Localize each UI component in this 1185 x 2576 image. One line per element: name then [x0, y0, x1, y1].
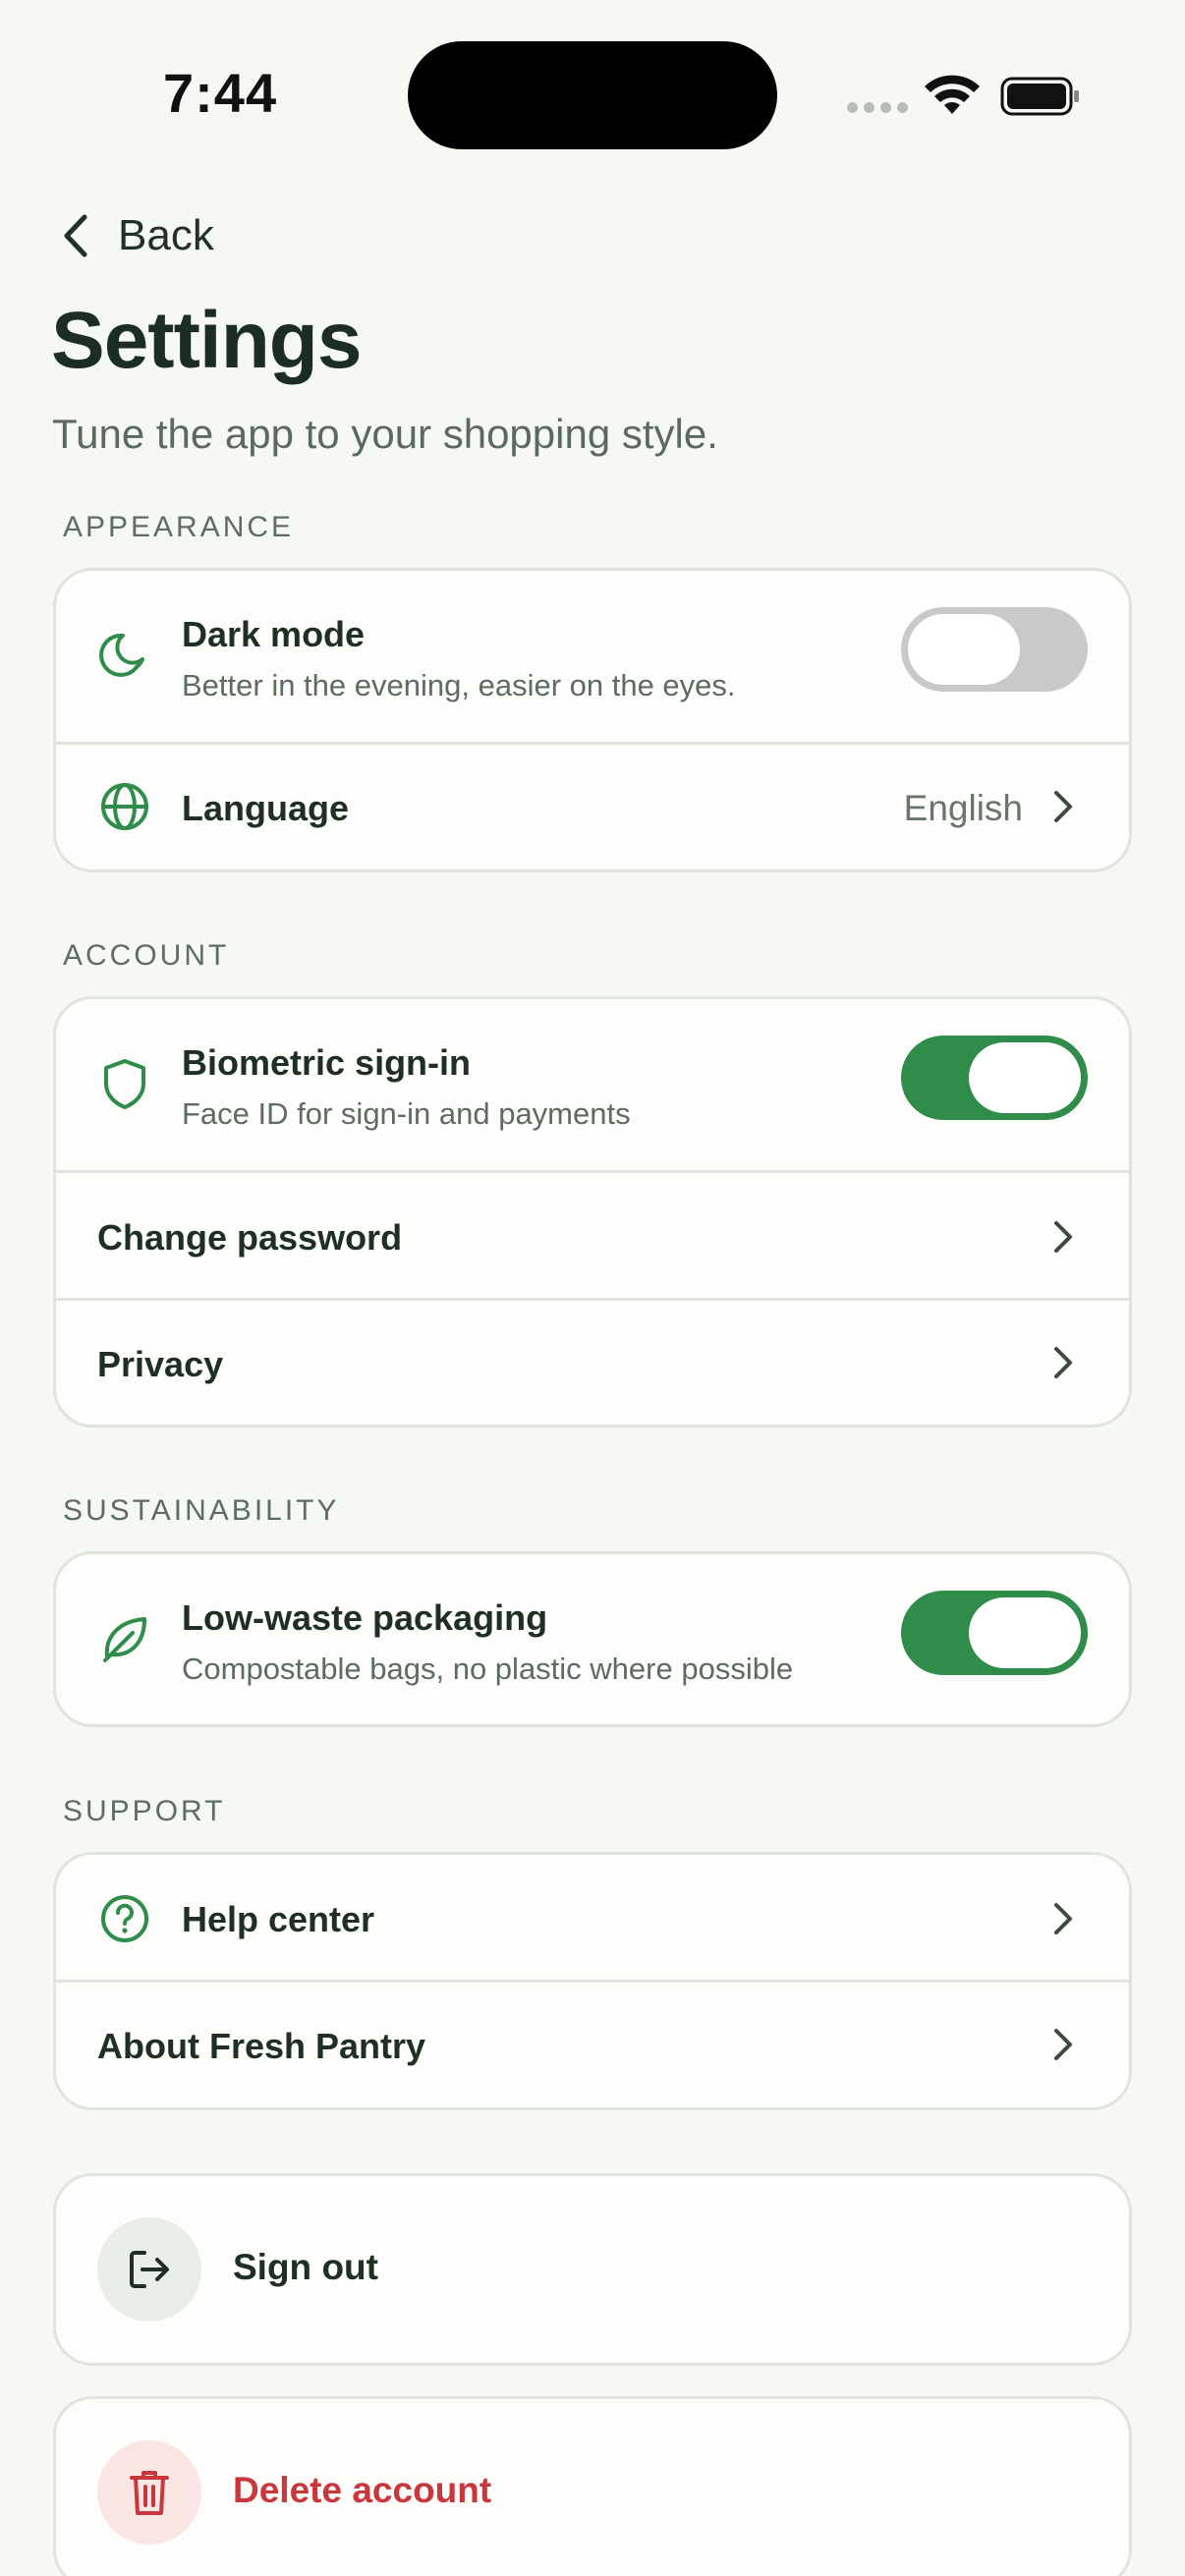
status-bar: 7:44	[0, 0, 1185, 187]
chevron-right-icon	[1054, 1221, 1072, 1253]
moon-icon	[99, 633, 144, 677]
chevron-right-icon	[1054, 791, 1072, 822]
sign-out-icon	[130, 2251, 169, 2288]
low-waste-row: Low-waste packaging Compostable bags, no…	[56, 1554, 1129, 1724]
section-label-account: ACCOUNT	[63, 939, 230, 972]
dark-mode-title: Dark mode	[182, 614, 366, 654]
appearance-card: Dark mode Better in the evening, easier …	[53, 568, 1132, 872]
section-label-sustainability: SUSTAINABILITY	[63, 1494, 340, 1527]
low-waste-subtitle: Compostable bags, no plastic where possi…	[182, 1652, 794, 1686]
toggle-knob	[908, 614, 1020, 685]
about-title: About Fresh Pantry	[97, 2026, 426, 2066]
privacy-title: Privacy	[97, 1344, 224, 1384]
battery-icon	[1000, 77, 1079, 116]
dark-mode-subtitle: Better in the evening, easier on the eye…	[182, 668, 736, 702]
biometric-toggle[interactable]	[901, 1036, 1088, 1120]
dark-mode-toggle[interactable]	[901, 607, 1088, 692]
back-label: Back	[118, 211, 214, 259]
biometric-subtitle: Face ID for sign-in and payments	[182, 1096, 631, 1131]
about-row[interactable]: About Fresh Pantry	[56, 1983, 1129, 2107]
chevron-left-icon	[64, 214, 87, 257]
globe-icon	[101, 783, 148, 830]
low-waste-toggle[interactable]	[901, 1591, 1088, 1675]
language-value: English	[903, 788, 1023, 828]
change-password-title: Change password	[97, 1217, 403, 1258]
sustainability-card: Low-waste packaging Compostable bags, no…	[53, 1551, 1132, 1727]
help-center-row[interactable]: Help center	[56, 1855, 1129, 1983]
delete-account-button[interactable]: Delete account	[53, 2396, 1132, 2576]
toggle-knob	[969, 1042, 1081, 1113]
section-label-appearance: APPEARANCE	[63, 511, 295, 543]
cellular-signal-icon	[847, 102, 908, 113]
trash-icon-circle	[97, 2440, 201, 2545]
delete-account-label: Delete account	[233, 2470, 492, 2510]
low-waste-title: Low-waste packaging	[182, 1597, 548, 1638]
leaf-icon	[103, 1617, 146, 1662]
dark-mode-row: Dark mode Better in the evening, easier …	[56, 571, 1129, 745]
wifi-icon	[925, 75, 980, 114]
privacy-row[interactable]: Privacy	[56, 1301, 1129, 1425]
trash-icon	[130, 2471, 169, 2515]
back-button[interactable]: Back	[59, 206, 214, 265]
language-title: Language	[182, 788, 350, 828]
sign-out-label: Sign out	[233, 2247, 378, 2287]
sign-out-icon-circle	[97, 2217, 201, 2322]
biometric-title: Biometric sign-in	[182, 1042, 472, 1083]
account-card: Biometric sign-in Face ID for sign-in an…	[53, 996, 1132, 1428]
biometric-row: Biometric sign-in Face ID for sign-in an…	[56, 999, 1129, 1173]
support-card: Help center About Fresh Pantry	[53, 1852, 1132, 2110]
dynamic-island	[408, 41, 777, 149]
chevron-right-icon	[1054, 1903, 1072, 1934]
toggle-knob	[969, 1597, 1081, 1668]
sign-out-button[interactable]: Sign out	[53, 2173, 1132, 2366]
shield-icon	[104, 1059, 145, 1109]
change-password-row[interactable]: Change password	[56, 1173, 1129, 1301]
section-label-support: SUPPORT	[63, 1795, 226, 1827]
page-title: Settings	[51, 296, 362, 385]
page-subtitle: Tune the app to your shopping style.	[52, 411, 718, 457]
help-circle-icon	[101, 1895, 148, 1942]
status-time: 7:44	[163, 62, 278, 124]
chevron-right-icon	[1054, 2029, 1072, 2060]
language-row[interactable]: Language English	[56, 745, 1129, 869]
help-center-title: Help center	[182, 1899, 375, 1939]
chevron-right-icon	[1054, 1347, 1072, 1378]
